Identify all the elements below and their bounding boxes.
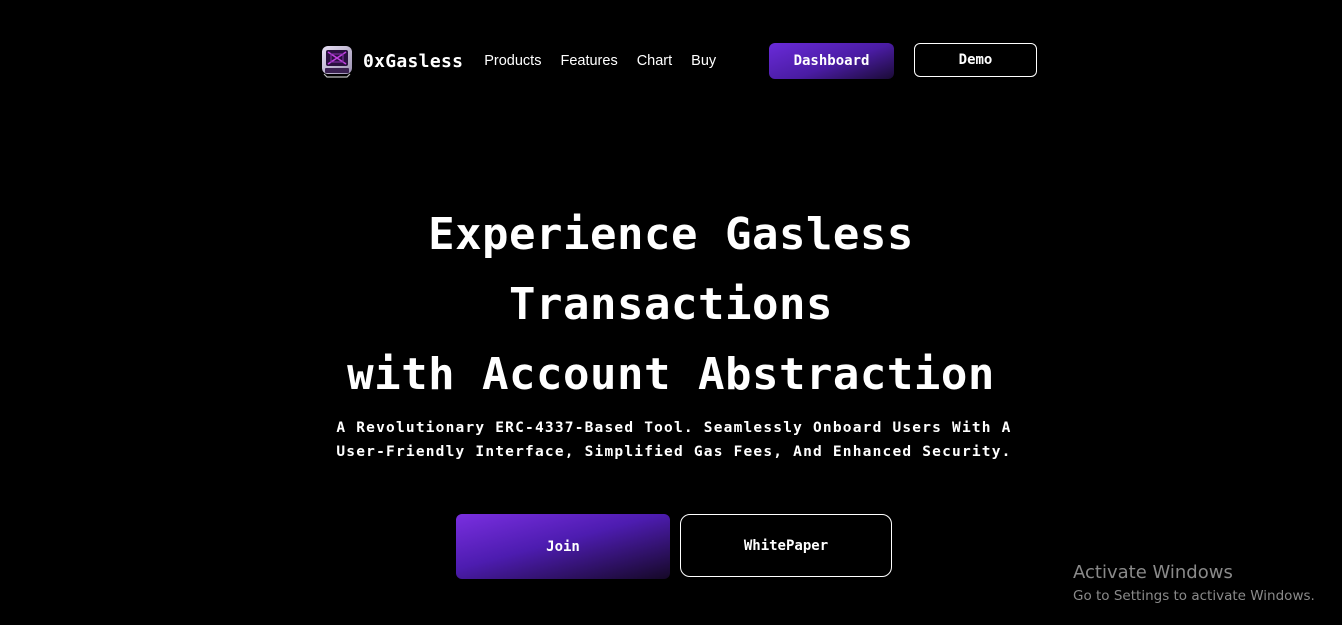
page: 0xGasless Products Features Chart Buy Da… (0, 0, 1342, 625)
demo-button[interactable]: Demo (914, 43, 1037, 77)
logo-text: 0xGasless (363, 50, 464, 72)
nav-link-features[interactable]: Features (560, 53, 617, 69)
navbar: 0xGasless Products Features Chart Buy (319, 40, 735, 82)
join-button[interactable]: Join (456, 514, 670, 579)
hero-title-line-3: with Account Abstraction (347, 349, 995, 400)
nav-link-buy[interactable]: Buy (691, 53, 716, 69)
logo-icon (319, 43, 355, 79)
logo-link[interactable]: 0xGasless (319, 43, 463, 79)
hero-subtitle: A Revolutionary ERC-4337-Based Tool. Sea… (336, 420, 1012, 460)
dashboard-button[interactable]: Dashboard (769, 43, 894, 79)
nav-link-products[interactable]: Products (484, 53, 541, 69)
watermark-subtitle: Go to Settings to activate Windows. (1073, 588, 1315, 604)
nav-link-chart[interactable]: Chart (637, 53, 672, 69)
hero-title-line-1: Experience Gasless (428, 209, 914, 260)
whitepaper-button[interactable]: WhitePaper (680, 514, 892, 577)
nav-links: Products Features Chart Buy (484, 53, 735, 69)
hero-title: Experience Gasless Transactions with Acc… (0, 200, 1342, 410)
hero-title-line-2: Transactions (509, 279, 833, 330)
activate-windows-watermark: Activate Windows Go to Settings to activ… (1073, 562, 1315, 606)
watermark-title: Activate Windows (1073, 562, 1233, 583)
